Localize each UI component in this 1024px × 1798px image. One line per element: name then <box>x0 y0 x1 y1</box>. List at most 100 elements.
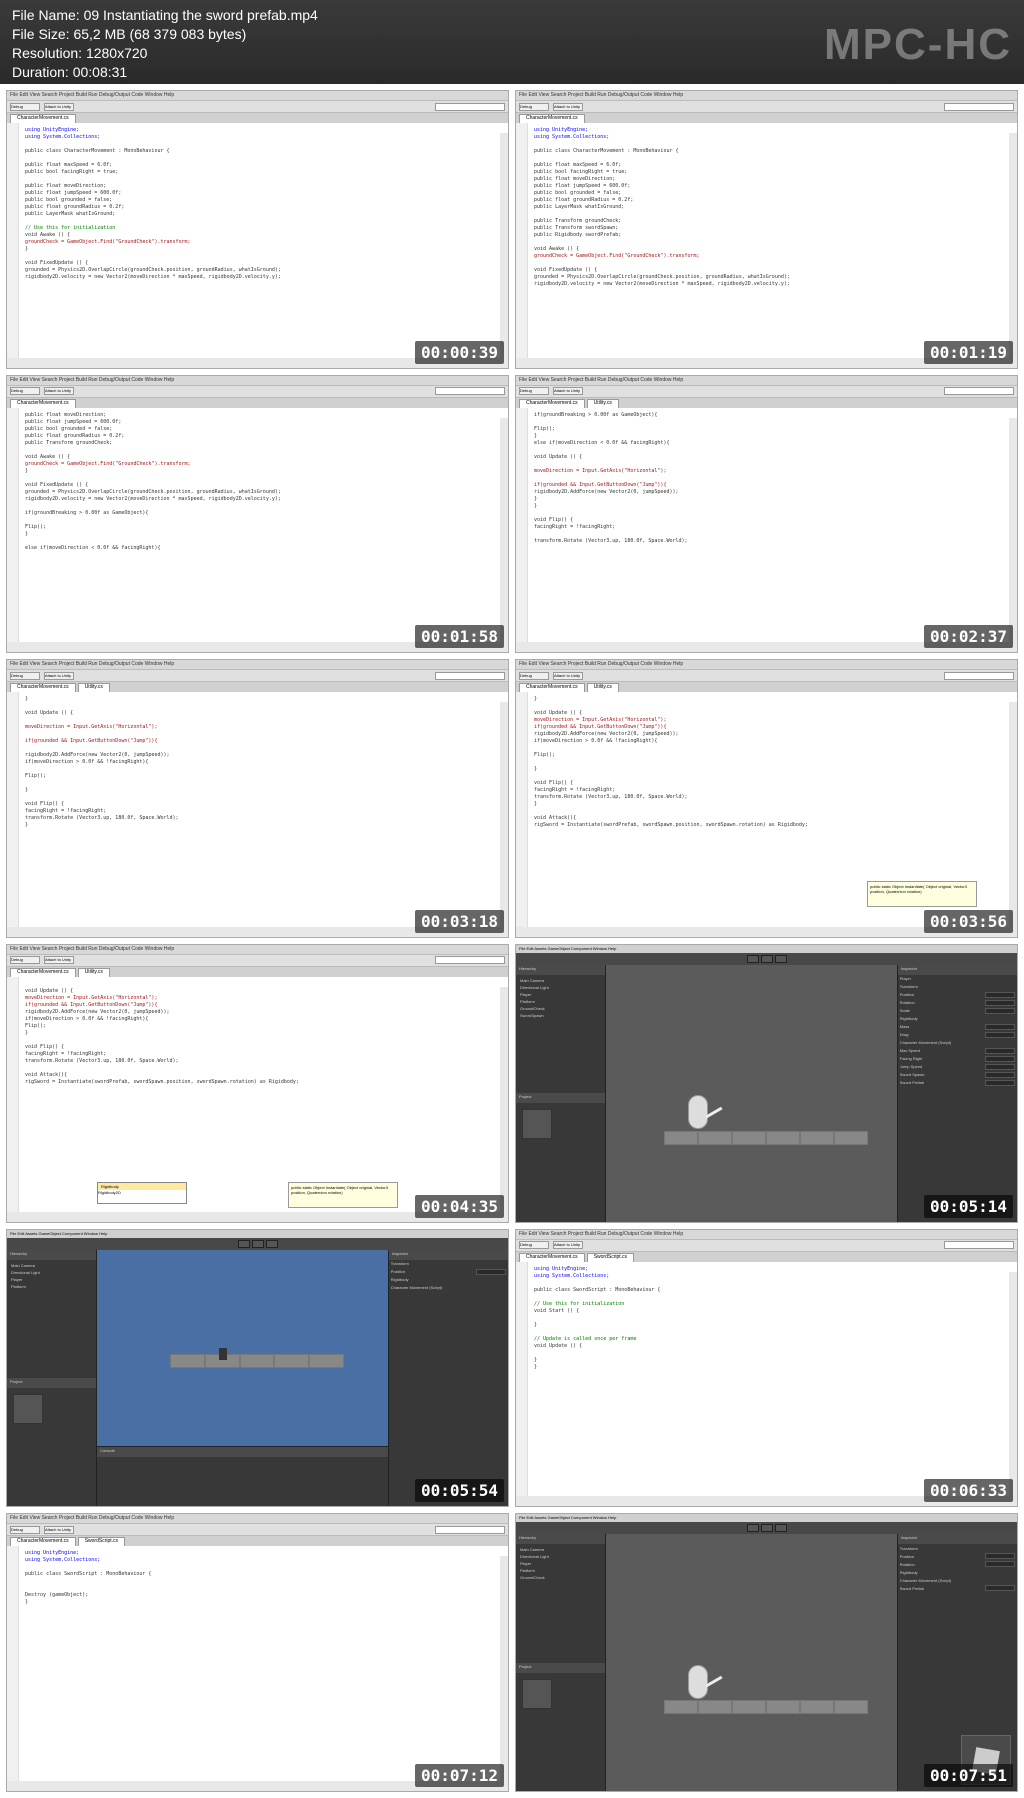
hierarchy-panel[interactable]: Hierarchy Main Camera Directional Light … <box>516 1534 606 1791</box>
pause-button[interactable] <box>761 1524 773 1532</box>
attach-button[interactable]: Attach to Unity <box>553 387 583 395</box>
hier-item[interactable]: Platform <box>518 1567 603 1574</box>
rot-field[interactable] <box>985 1561 1015 1567</box>
hier-item[interactable]: Platform <box>9 1283 94 1290</box>
code-editor[interactable]: using UnityEngine; using System.Collecti… <box>516 1262 1017 1497</box>
attach-button[interactable]: Attach to Unity <box>553 672 583 680</box>
scrollbar-vertical[interactable] <box>500 987 508 1212</box>
solution-search[interactable] <box>435 103 505 111</box>
scale-field[interactable] <box>985 1008 1015 1014</box>
solution-search[interactable] <box>435 956 505 964</box>
attach-button[interactable]: Attach to Unity <box>44 956 74 964</box>
hier-item[interactable]: Directional Light <box>9 1269 94 1276</box>
solution-search[interactable] <box>435 387 505 395</box>
thumbnail-4[interactable]: File Edit View Search Project Build Run … <box>515 375 1018 654</box>
attach-button[interactable]: Attach to Unity <box>553 1241 583 1249</box>
tab-file-2[interactable]: Utility.cs <box>587 683 619 692</box>
jump-field[interactable] <box>985 1064 1015 1070</box>
code-editor[interactable]: public float moveDirection; public float… <box>7 408 508 643</box>
debug-dropdown[interactable]: Debug <box>519 103 549 111</box>
scrollbar-vertical[interactable] <box>500 702 508 927</box>
tab-file[interactable]: CharacterMovement.cs <box>10 968 76 977</box>
pos-field[interactable] <box>985 1553 1015 1559</box>
attach-button[interactable]: Attach to Unity <box>44 1526 74 1534</box>
console-panel[interactable]: Console <box>97 1446 388 1506</box>
thumbnail-3[interactable]: File Edit View Search Project Build Run … <box>6 375 509 654</box>
code-editor[interactable]: void Update () { moveDirection = Input.G… <box>7 977 508 1212</box>
tab-file-sword[interactable]: SwordScript.cs <box>587 1253 634 1262</box>
hier-item[interactable]: Directional Light <box>518 1553 603 1560</box>
scrollbar-vertical[interactable] <box>500 1556 508 1781</box>
ide-menubar[interactable]: File Edit View Search Project Build Run … <box>516 660 1017 670</box>
step-button[interactable] <box>775 1524 787 1532</box>
hier-item[interactable]: Player <box>518 991 603 998</box>
player-capsule[interactable] <box>688 1095 708 1129</box>
play-button[interactable] <box>747 1524 759 1532</box>
tab-file[interactable]: CharacterMovement.cs <box>10 1537 76 1546</box>
tab-file-2[interactable]: Utility.cs <box>78 683 110 692</box>
inspector-panel[interactable]: Inspector Transform Position Rigidbody C… <box>388 1250 508 1507</box>
step-button[interactable] <box>266 1240 278 1248</box>
debug-dropdown[interactable]: Debug <box>10 956 40 964</box>
hier-item[interactable]: Player <box>9 1276 94 1283</box>
tab-file[interactable]: CharacterMovement.cs <box>519 683 585 692</box>
thumbnail-2[interactable]: File Edit View Search Project Build Run … <box>515 90 1018 369</box>
solution-search[interactable] <box>944 672 1014 680</box>
debug-dropdown[interactable]: Debug <box>519 387 549 395</box>
scrollbar-vertical[interactable] <box>500 418 508 643</box>
tab-file-2[interactable]: Utility.cs <box>78 968 110 977</box>
scene-view[interactable] <box>606 1534 897 1791</box>
ide-menubar[interactable]: File Edit View Search Project Build Run … <box>7 376 508 386</box>
scrollbar-vertical[interactable] <box>1009 1272 1017 1497</box>
unity-menubar[interactable]: File Edit Assets GameObject Component Wi… <box>516 945 1017 953</box>
scrollbar-vertical[interactable] <box>1009 133 1017 358</box>
thumbnail-6[interactable]: File Edit View Search Project Build Run … <box>515 659 1018 938</box>
code-editor[interactable]: if(groundBreaking > 0.00f as GameObject)… <box>516 408 1017 643</box>
debug-dropdown[interactable]: Debug <box>10 103 40 111</box>
step-button[interactable] <box>775 955 787 963</box>
scrollbar-vertical[interactable] <box>1009 418 1017 643</box>
play-button[interactable] <box>747 955 759 963</box>
unity-menubar[interactable]: File Edit Assets GameObject Component Wi… <box>516 1514 1017 1522</box>
ide-menubar[interactable]: File Edit View Search Project Build Run … <box>7 660 508 670</box>
solution-search[interactable] <box>944 1241 1014 1249</box>
attach-button[interactable]: Attach to Unity <box>44 103 74 111</box>
player-capsule[interactable] <box>688 1665 708 1699</box>
ide-menubar[interactable]: File Edit View Search Project Build Run … <box>7 91 508 101</box>
sword-gizmo[interactable] <box>705 1107 722 1119</box>
asset-item[interactable] <box>522 1109 552 1139</box>
hier-item[interactable]: Main Camera <box>518 977 603 984</box>
project-panel[interactable] <box>516 1673 605 1791</box>
thumbnail-1[interactable]: File Edit View Search Project Build Run … <box>6 90 509 369</box>
project-panel[interactable] <box>516 1103 605 1221</box>
unity-menubar[interactable]: File Edit Assets GameObject Component Wi… <box>7 1230 508 1238</box>
thumbnail-7[interactable]: File Edit View Search Project Build Run … <box>6 944 509 1223</box>
platform[interactable] <box>664 1700 867 1714</box>
asset-item[interactable] <box>522 1679 552 1709</box>
asset-item[interactable] <box>13 1394 43 1424</box>
tab-file[interactable]: CharacterMovement.cs <box>10 399 76 408</box>
mass-field[interactable] <box>985 1024 1015 1030</box>
swordprefab-field[interactable] <box>985 1585 1015 1591</box>
drag-field[interactable] <box>985 1032 1015 1038</box>
facing-field[interactable] <box>985 1056 1015 1062</box>
thumbnail-5[interactable]: File Edit View Search Project Build Run … <box>6 659 509 938</box>
inspector-panel[interactable]: Inspector Transform Position Rotation Ri… <box>897 1534 1017 1791</box>
thumbnail-8[interactable]: File Edit Assets GameObject Component Wi… <box>515 944 1018 1223</box>
pause-button[interactable] <box>761 955 773 963</box>
tab-file[interactable]: CharacterMovement.cs <box>10 683 76 692</box>
solution-search[interactable] <box>435 1526 505 1534</box>
play-button[interactable] <box>238 1240 250 1248</box>
ide-menubar[interactable]: File Edit View Search Project Build Run … <box>516 376 1017 386</box>
thumbnail-12[interactable]: File Edit Assets GameObject Component Wi… <box>515 1513 1018 1792</box>
scrollbar-vertical[interactable] <box>500 133 508 358</box>
hier-item[interactable]: SwordSpawn <box>518 1012 603 1019</box>
debug-dropdown[interactable]: Debug <box>10 387 40 395</box>
debug-dropdown[interactable]: Debug <box>519 1241 549 1249</box>
attach-button[interactable]: Attach to Unity <box>44 672 74 680</box>
debug-dropdown[interactable]: Debug <box>10 1526 40 1534</box>
debug-dropdown[interactable]: Debug <box>10 672 40 680</box>
debug-dropdown[interactable]: Debug <box>519 672 549 680</box>
code-editor[interactable]: using UnityEngine; using System.Collecti… <box>7 1546 508 1781</box>
attach-button[interactable]: Attach to Unity <box>44 387 74 395</box>
